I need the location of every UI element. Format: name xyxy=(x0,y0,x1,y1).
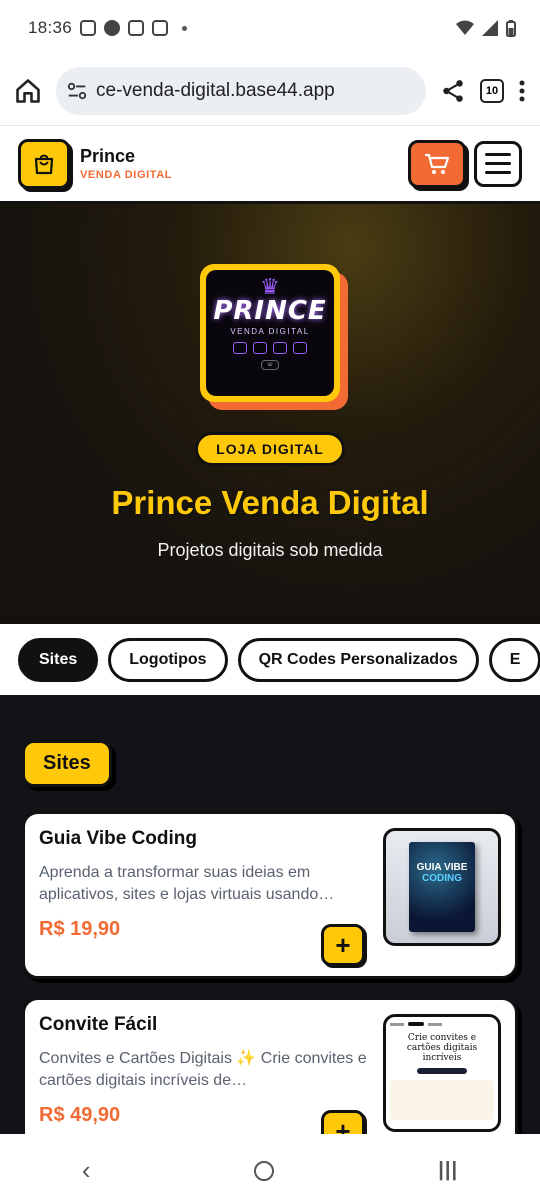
home-icon[interactable] xyxy=(14,77,42,105)
product-thumbnail: GUIA VIBE CODING xyxy=(383,828,501,946)
store-badge: LOJA DIGITAL xyxy=(195,432,345,466)
hero-logo: ♛ PRINCE VENDA DIGITAL ☏ xyxy=(200,264,348,410)
product-description: Aprenda a transformar suas ideias em apl… xyxy=(39,864,335,903)
status-bar: 18:36 xyxy=(0,0,540,56)
more-options-icon[interactable] xyxy=(518,79,526,103)
home-circle-icon[interactable] xyxy=(254,1160,275,1181)
menu-button[interactable] xyxy=(474,140,522,187)
brand-text[interactable]: Prince VENDA DIGITAL xyxy=(80,146,172,181)
product-card[interactable]: Guia Vibe Coding Aprenda a transformar s… xyxy=(22,811,518,979)
battery-icon xyxy=(506,19,516,37)
recent-apps-icon[interactable]: ||| xyxy=(438,1159,458,1182)
shopping-bag-icon xyxy=(34,154,54,174)
crown-icon: ♛ xyxy=(260,274,280,299)
brand-name: Prince xyxy=(80,146,136,166)
product-description: Convites e Cartões Digitais ✨ Crie convi… xyxy=(39,1050,367,1089)
hero-logo-image: ♛ PRINCE VENDA DIGITAL ☏ xyxy=(206,270,334,396)
system-icons xyxy=(456,19,516,37)
status-time: 18:36 xyxy=(28,18,73,37)
book-cover: GUIA VIBE CODING xyxy=(409,842,475,932)
product-title: Convite Fácil xyxy=(39,1014,158,1035)
product-price: R$ 49,90 xyxy=(39,1104,121,1126)
back-icon[interactable]: ‹ xyxy=(82,1155,91,1186)
menu-line xyxy=(485,171,511,174)
product-thumbnail: Crie convites e cartões digitais incríve… xyxy=(383,1014,501,1132)
tab-switcher-button[interactable]: 10 xyxy=(480,78,504,103)
share-icon[interactable] xyxy=(440,78,466,104)
app-icon xyxy=(152,20,169,36)
tab-qr-codes[interactable]: QR Codes Personalizados xyxy=(237,637,479,682)
logo-title: PRINCE xyxy=(213,296,327,326)
tab-sites[interactable]: Sites xyxy=(18,637,99,682)
add-to-cart-button[interactable]: + xyxy=(321,924,365,966)
instagram-icon xyxy=(80,20,97,36)
cart-icon xyxy=(425,153,450,174)
system-navigation-bar: ‹ ||| xyxy=(0,1141,540,1200)
product-price: R$ 19,90 xyxy=(39,918,121,940)
thumbnail-title: Crie convites e cartões digitais incríve… xyxy=(406,1033,478,1063)
logo-subtitle: VENDA DIGITAL xyxy=(230,327,310,336)
hero-title: Prince Venda Digital xyxy=(111,484,429,521)
hero-section: ♛ PRINCE VENDA DIGITAL ☏ LOJA DIGITAL Pr… xyxy=(0,204,540,624)
menu-line xyxy=(485,162,511,165)
facebook-icon xyxy=(104,20,121,36)
product-title: Guia Vibe Coding xyxy=(39,828,197,849)
section-title: Sites xyxy=(22,740,112,787)
notification-icons xyxy=(80,20,188,36)
site-settings-icon[interactable] xyxy=(66,80,88,102)
products-section: Sites Guia Vibe Coding Aprenda a transfo… xyxy=(0,698,540,1134)
tab-more[interactable]: E xyxy=(488,637,540,682)
add-to-cart-button[interactable]: + xyxy=(321,1110,365,1134)
brand-logo[interactable] xyxy=(18,138,70,189)
wifi-icon xyxy=(456,20,474,35)
logo-service-icons xyxy=(233,342,307,354)
hero-subtitle: Projetos digitais sob medida xyxy=(157,540,383,560)
menu-line xyxy=(485,153,511,156)
signal-icon xyxy=(482,20,498,36)
tab-logotipos[interactable]: Logotipos xyxy=(108,637,228,682)
more-notifications-icon xyxy=(182,25,188,31)
browser-toolbar: ce-venda-digital.base44.app 10 xyxy=(0,56,540,126)
brand-subtitle: VENDA DIGITAL xyxy=(80,169,173,181)
cart-button[interactable] xyxy=(408,139,466,188)
logo-contact: ☏ xyxy=(260,360,280,370)
address-bar[interactable]: ce-venda-digital.base44.app xyxy=(56,66,426,115)
product-card[interactable]: Convite Fácil Convites e Cartões Digitai… xyxy=(22,997,518,1134)
site-header: Prince VENDA DIGITAL xyxy=(0,126,540,204)
category-tabs: Sites Logotipos QR Codes Personalizados … xyxy=(0,624,540,698)
url-text: ce-venda-digital.base44.app xyxy=(96,79,335,101)
instagram-icon xyxy=(128,20,145,36)
